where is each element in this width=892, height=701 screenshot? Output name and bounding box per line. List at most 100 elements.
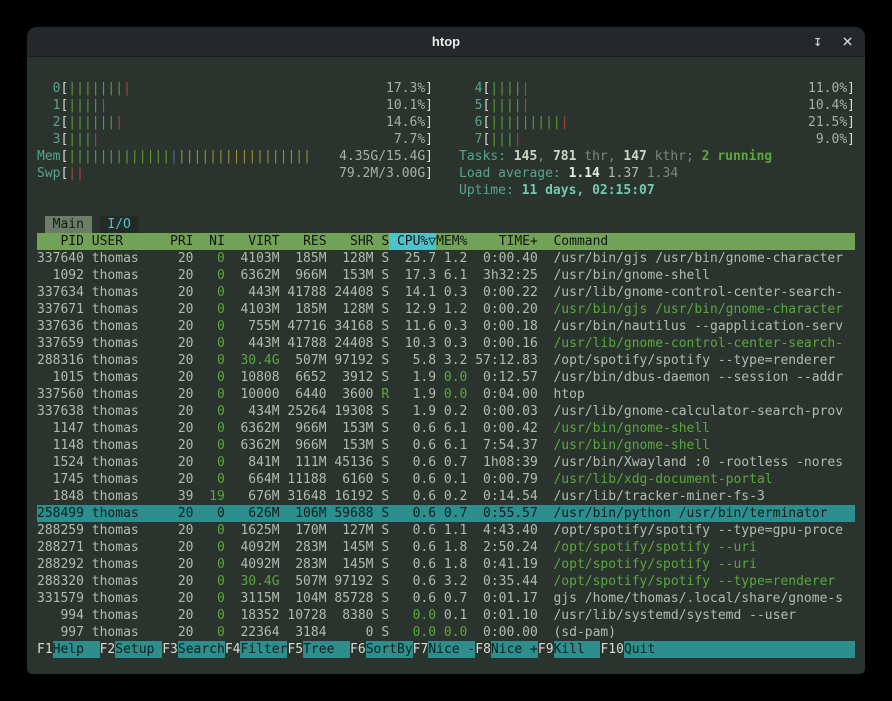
cell-command: /usr/bin/gjs /usr/bin/gnome-character	[538, 250, 855, 267]
fn-f4[interactable]: F4Filter	[225, 641, 288, 658]
column-header-user[interactable]: USER	[84, 233, 162, 250]
process-row[interactable]: 337636thomas200755M4771634168S11.60.30:0…	[37, 318, 855, 335]
column-header-shr[interactable]: SHR	[327, 233, 374, 250]
column-header-pri[interactable]: PRI	[162, 233, 193, 250]
process-row[interactable]: 1015thomas2001080866523912S1.90.00:12.57…	[37, 369, 855, 386]
cell-shr: 97192	[327, 352, 374, 369]
cell-cpu: 0.6	[389, 488, 436, 505]
process-row[interactable]: 1745thomas200664M111886160S0.60.10:00.79…	[37, 471, 855, 488]
process-row[interactable]: 288292thomas2004092M283M145MS0.61.80:41.…	[37, 556, 855, 573]
cpu-meter-0[interactable]: 0[||||||||17.3%]	[37, 80, 433, 97]
cell-cpu: 10.3	[389, 335, 436, 352]
fn-key-label: F7	[413, 641, 429, 658]
process-row[interactable]: 288320thomas20030.4G507M97192S0.63.20:35…	[37, 573, 855, 590]
column-header-state[interactable]: S	[374, 233, 390, 250]
process-row[interactable]: 1092thomas2006362M966M153MS17.36.13h32:2…	[37, 267, 855, 284]
process-row[interactable]: 337671thomas2004103M185M128MS12.91.20:00…	[37, 301, 855, 318]
fn-f6[interactable]: F6SortBy	[350, 641, 413, 658]
meter-bar-segment: |	[123, 81, 131, 96]
cell-pid: 1524	[37, 454, 84, 471]
column-header-cpu[interactable]: CPU%▽	[389, 233, 436, 250]
download-icon[interactable]: ↧	[813, 34, 822, 49]
meter-open-bracket: [	[60, 114, 68, 131]
process-row[interactable]: 337560thomas2001000064403600R1.90.00:04.…	[37, 386, 855, 403]
meters-left-column: 0[||||||||17.3%]1[|||||10.1%]2[|||||||14…	[37, 80, 433, 199]
process-row[interactable]: 1147thomas2006362M966M153MS0.66.10:00.42…	[37, 420, 855, 437]
column-header-mem[interactable]: MEM%	[436, 233, 467, 250]
cell-time: 0:12.57	[467, 369, 537, 386]
process-row[interactable]: 1148thomas2006362M966M153MS0.66.17:54.37…	[37, 437, 855, 454]
cell-ni: 0	[194, 556, 225, 573]
cell-time: 0:00.03	[467, 403, 537, 420]
process-row[interactable]: 1848thomas3919676M3164816192S0.60.20:14.…	[37, 488, 855, 505]
fn-f9[interactable]: F9Kill	[538, 641, 601, 658]
column-header-pid[interactable]: PID	[37, 233, 84, 250]
cpu-meter-3[interactable]: 3[||||7.7%]	[37, 131, 433, 148]
tasks-summary-text: 145	[514, 149, 537, 164]
fn-f2[interactable]: F2Setup	[100, 641, 163, 658]
process-row[interactable]: 994thomas20018352107288380S0.00.10:01.10…	[37, 607, 855, 624]
meter-close-bracket: ]	[847, 80, 855, 97]
process-row[interactable]: 331579thomas2003115M104M85728S0.60.70:01…	[37, 590, 855, 607]
fn-f7[interactable]: F7Nice -	[413, 641, 476, 658]
close-icon[interactable]: ×	[842, 33, 853, 51]
cpu-meter-7[interactable]: 7[||||9.0%]	[459, 131, 855, 148]
cell-user: thomas	[84, 284, 162, 301]
column-header-command[interactable]: Command	[538, 233, 855, 250]
cell-pid: 337560	[37, 386, 84, 403]
meter-bars: |||||	[490, 80, 808, 97]
cell-cpu: 0.6	[389, 505, 436, 522]
fn-f1[interactable]: F1Help	[37, 641, 100, 658]
meter-bar-segment: |	[115, 115, 123, 130]
cell-res: 507M	[280, 573, 327, 590]
column-header-virt[interactable]: VIRT	[225, 233, 280, 250]
fn-f8[interactable]: F8Nice +	[475, 641, 538, 658]
column-header-time[interactable]: TIME+	[467, 233, 537, 250]
cell-shr: 24408	[327, 335, 374, 352]
process-row[interactable]: 337634thomas200443M4178824408S14.10.30:0…	[37, 284, 855, 301]
process-row[interactable]: 337640thomas2004103M185M128MS25.71.20:00…	[37, 250, 855, 267]
cpu-meter-6[interactable]: 6[||||||||||21.5%]	[459, 114, 855, 131]
cpu-meter-2[interactable]: 2[|||||||14.6%]	[37, 114, 433, 131]
cell-cpu: 0.6	[389, 454, 436, 471]
fn-f3[interactable]: F3Search	[162, 641, 225, 658]
fn-f10[interactable]: F10Quit	[600, 641, 855, 658]
load-average-text: 1.34	[647, 166, 678, 181]
cell-user: thomas	[84, 250, 162, 267]
process-row[interactable]: 1524thomas200841M111M45136S0.60.71h08:39…	[37, 454, 855, 471]
column-header-ni[interactable]: NI	[194, 233, 225, 250]
cell-res: 185M	[280, 301, 327, 318]
memory-meter[interactable]: Mem[|||||||||||||||||||||||||||||||4.35G…	[37, 148, 433, 165]
process-row[interactable]: 288316thomas20030.4G507M97192S5.83.257:1…	[37, 352, 855, 369]
window-titlebar[interactable]: htop ↧×	[27, 27, 865, 57]
meter-bar-segment: ||||	[490, 98, 521, 113]
tab-io[interactable]: I/O	[100, 216, 139, 233]
cell-ni: 0	[194, 539, 225, 556]
screen-tabs: Main I/O	[37, 216, 855, 233]
process-row[interactable]: 258499thomas200626M106M59688S0.60.70:55.…	[37, 505, 855, 522]
cell-pri: 20	[162, 352, 193, 369]
swap-meter[interactable]: Swp[||79.2M/3.00G]	[37, 165, 433, 182]
cell-user: thomas	[84, 556, 162, 573]
tasks-summary-text: Tasks:	[459, 149, 514, 164]
cpu-meter-1[interactable]: 1[|||||10.1%]	[37, 97, 433, 114]
fn-key-label: F6	[350, 641, 366, 658]
cell-ni: 0	[194, 573, 225, 590]
process-row[interactable]: 288259thomas2001625M170M127MS0.61.14:43.…	[37, 522, 855, 539]
process-row[interactable]: 337659thomas200443M4178824408S10.30.30:0…	[37, 335, 855, 352]
cell-time: 7:54.37	[467, 437, 537, 454]
process-row[interactable]: 337638thomas200434M2526419308S1.90.20:00…	[37, 403, 855, 420]
fn-key-label: F3	[162, 641, 178, 658]
fn-f5[interactable]: F5Tree	[287, 641, 350, 658]
meter-close-bracket: ]	[425, 114, 433, 131]
column-header-res[interactable]: RES	[280, 233, 327, 250]
cpu-meter-4[interactable]: 4[|||||11.0%]	[459, 80, 855, 97]
cell-time: 0:00.22	[467, 284, 537, 301]
cpu-meter-5[interactable]: 5[|||||10.4%]	[459, 97, 855, 114]
process-row[interactable]: 288271thomas2004092M283M145MS0.61.82:50.…	[37, 539, 855, 556]
load-average-text: Load average:	[459, 166, 569, 181]
tab-main[interactable]: Main	[45, 216, 92, 233]
process-row[interactable]: 997thomas2002236431840S0.00.00:00.00(sd-…	[37, 624, 855, 641]
cell-mem: 0.3	[436, 284, 467, 301]
cell-pid: 1147	[37, 420, 84, 437]
